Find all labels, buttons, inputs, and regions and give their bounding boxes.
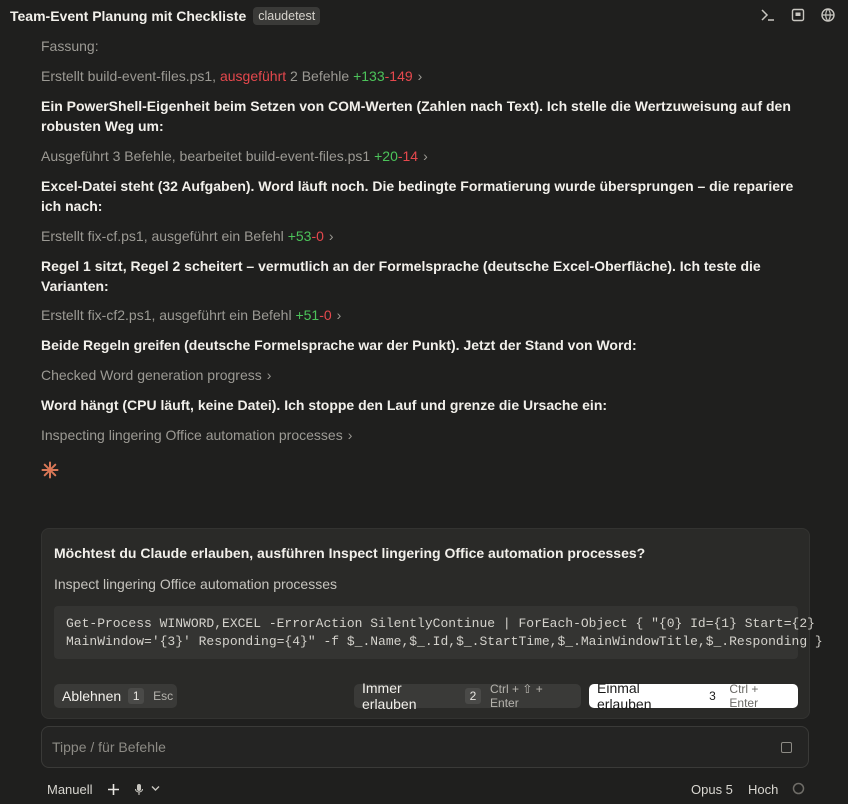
mode-selector[interactable]: Manuell <box>47 782 93 797</box>
globe-icon[interactable] <box>820 7 836 23</box>
model-selector[interactable]: Opus 5 <box>691 782 733 797</box>
code-line: MainWindow='{3}' Responding={4}" -f $_.N… <box>66 634 823 649</box>
allow-once-button[interactable]: Einmal erlauben 3 Ctrl + Enter <box>589 680 798 712</box>
shortcut-hint: Ctrl + Enter <box>729 682 759 710</box>
chevron-right-icon: › <box>417 68 423 84</box>
plus-icon[interactable] <box>107 783 120 796</box>
shortcut-hint: Esc <box>153 689 174 703</box>
chevron-right-icon: › <box>347 427 353 443</box>
preview-icon[interactable] <box>790 7 806 23</box>
lines-added: +20 <box>374 148 398 164</box>
tool-step-1[interactable]: Erstellt build-event-files.ps1, ausgefüh… <box>41 66 422 86</box>
lines-added: +53 <box>287 228 312 244</box>
tool-step-2[interactable]: Ausgeführt 3 Befehle, bearbeitet build-e… <box>41 146 428 166</box>
shortcut-key: 3 <box>709 689 716 703</box>
message-input[interactable]: Tippe / für Befehle <box>41 726 809 768</box>
assistant-message-2: Excel-Datei steht (32 Aufgaben). Word lä… <box>41 178 794 214</box>
footer-bar: Manuell Opus 5 Hoch <box>0 778 848 802</box>
assistant-message-4: Beide Regeln greifen (deutsche Formelspr… <box>41 337 637 353</box>
project-badge[interactable]: claudetest <box>253 6 321 25</box>
microphone-icon[interactable] <box>134 783 144 796</box>
claude-spark-icon <box>41 461 59 479</box>
effort-selector[interactable]: Hoch <box>748 782 778 797</box>
permission-question: Möchtest du Claude erlauben, ausführen I… <box>54 545 646 561</box>
chevron-right-icon: › <box>423 148 428 164</box>
assistant-message-3: Regel 1 sitzt, Regel 2 scheitert – vermu… <box>41 258 761 294</box>
title-bar: Team-Event Planung mit Checkliste claude… <box>0 0 848 31</box>
lines-removed: -0 <box>319 307 332 323</box>
permission-prompt: Möchtest du Claude erlauben, ausführen I… <box>41 528 823 719</box>
status-circle-icon <box>792 782 805 795</box>
lines-removed: -149 <box>384 68 413 84</box>
chevron-right-icon: › <box>336 307 342 323</box>
shortcut-key: 1 <box>128 688 145 704</box>
lines-removed: -14 <box>397 148 419 164</box>
assistant-message-5: Word hängt (CPU läuft, keine Datei). Ich… <box>41 397 608 413</box>
chevron-down-icon[interactable] <box>151 785 160 792</box>
assistant-message-1: Ein PowerShell-Eigenheit beim Setzen von… <box>41 98 791 134</box>
title-icons <box>760 7 836 23</box>
deny-button[interactable]: Ablehnen 1 Esc <box>54 684 177 708</box>
input-placeholder: Tippe / für Befehle <box>52 739 166 755</box>
tool-step-4[interactable]: Erstellt fix-cf2.ps1, ausgeführt ein Bef… <box>41 305 341 325</box>
terminal-icon[interactable] <box>760 7 776 23</box>
status-highlight: ausgeführt <box>219 68 287 84</box>
transcript-partial-line: Fassung: <box>41 38 99 54</box>
lines-removed: -0 <box>311 228 324 244</box>
lines-added: +51 <box>295 307 320 323</box>
code-line: Get-Process WINWORD,EXCEL -ErrorAction S… <box>66 616 815 631</box>
chevron-right-icon: › <box>266 367 272 383</box>
command-code-block: Get-Process WINWORD,EXCEL -ErrorAction S… <box>54 606 823 659</box>
shortcut-key: 2 <box>465 688 482 704</box>
tool-step-5[interactable]: Checked Word generation progress › <box>41 365 271 385</box>
chevron-right-icon: › <box>328 228 334 244</box>
stop-square-icon[interactable] <box>781 742 792 753</box>
tool-step-6[interactable]: Inspecting lingering Office automation p… <box>41 425 352 445</box>
shortcut-hint: Ctrl + ⇧ + Enter <box>490 682 543 710</box>
always-allow-button[interactable]: Immer erlauben 2 Ctrl + ⇧ + Enter <box>354 680 581 712</box>
tool-step-3[interactable]: Erstellt fix-cf.ps1, ausgeführt ein Befe… <box>41 226 334 246</box>
window-title: Team-Event Planung mit Checkliste <box>10 7 247 24</box>
lines-added: +133 <box>353 68 385 84</box>
permission-subtitle: Inspect lingering Office automation proc… <box>54 576 338 592</box>
